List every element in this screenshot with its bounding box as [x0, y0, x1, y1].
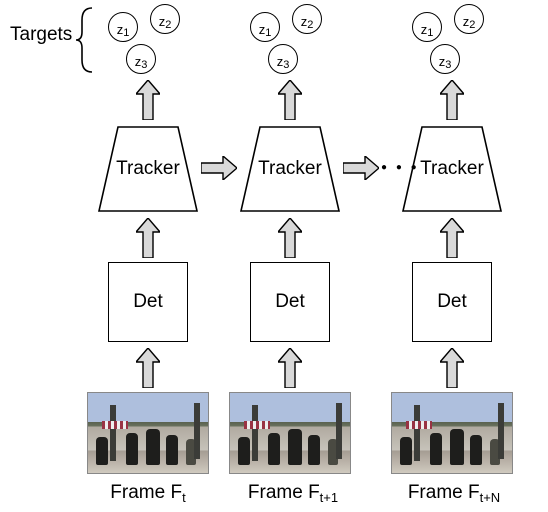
target-z2-col1: z2 — [150, 4, 180, 34]
tracking-pipeline-diagram: Targets z1 z2 z3 z1 z2 z3 z1 z2 z3 Track… — [0, 0, 548, 512]
det-box-col1: Det — [108, 262, 188, 342]
arrow-frame-to-det-col1 — [136, 348, 160, 388]
target-z3-col3: z3 — [430, 44, 460, 74]
target-z2-col2: z2 — [292, 4, 322, 34]
det-label-col3: Det — [437, 291, 467, 313]
arrow-tracker-to-targets-col3 — [440, 80, 464, 120]
tracker-label-col1: Tracker — [113, 158, 183, 180]
det-label-col1: Det — [133, 291, 163, 313]
arrow-det-to-tracker-col1 — [136, 218, 160, 258]
frame-label-col2: Frame Ft+1 — [238, 482, 348, 504]
targets-label: Targets — [10, 24, 72, 46]
targets-brace — [74, 6, 100, 74]
target-z1-col1: z1 — [108, 12, 138, 42]
arrow-frame-to-det-col2 — [278, 348, 302, 388]
arrow-tracker-to-targets-col1 — [136, 80, 160, 120]
arrow-det-to-tracker-col2 — [278, 218, 302, 258]
arrow-tracker1-to-tracker2 — [201, 156, 237, 180]
frame-image-col3 — [391, 392, 513, 474]
frame-image-col2 — [229, 392, 351, 474]
frame-label-col1: Frame Ft — [98, 482, 198, 504]
target-z3-col2: z3 — [268, 44, 298, 74]
target-z1-col2: z1 — [250, 12, 280, 42]
tracker-label-col2: Tracker — [255, 158, 325, 180]
tracker-label-col3: Tracker — [417, 158, 487, 180]
arrow-det-to-tracker-col3 — [440, 218, 464, 258]
det-box-col3: Det — [412, 262, 492, 342]
frame-label-col3: Frame Ft+N — [398, 482, 510, 504]
arrow-tracker-to-targets-col2 — [278, 80, 302, 120]
arrow-tracker2-to-ellipsis — [343, 156, 379, 180]
tracker-ellipsis: ● ● ● — [381, 162, 420, 173]
arrow-frame-to-det-col3 — [440, 348, 464, 388]
det-box-col2: Det — [250, 262, 330, 342]
target-z2-col3: z2 — [454, 4, 484, 34]
det-label-col2: Det — [275, 291, 305, 313]
frame-image-col1 — [87, 392, 209, 474]
target-z3-col1: z3 — [126, 44, 156, 74]
target-z1-col3: z1 — [412, 12, 442, 42]
